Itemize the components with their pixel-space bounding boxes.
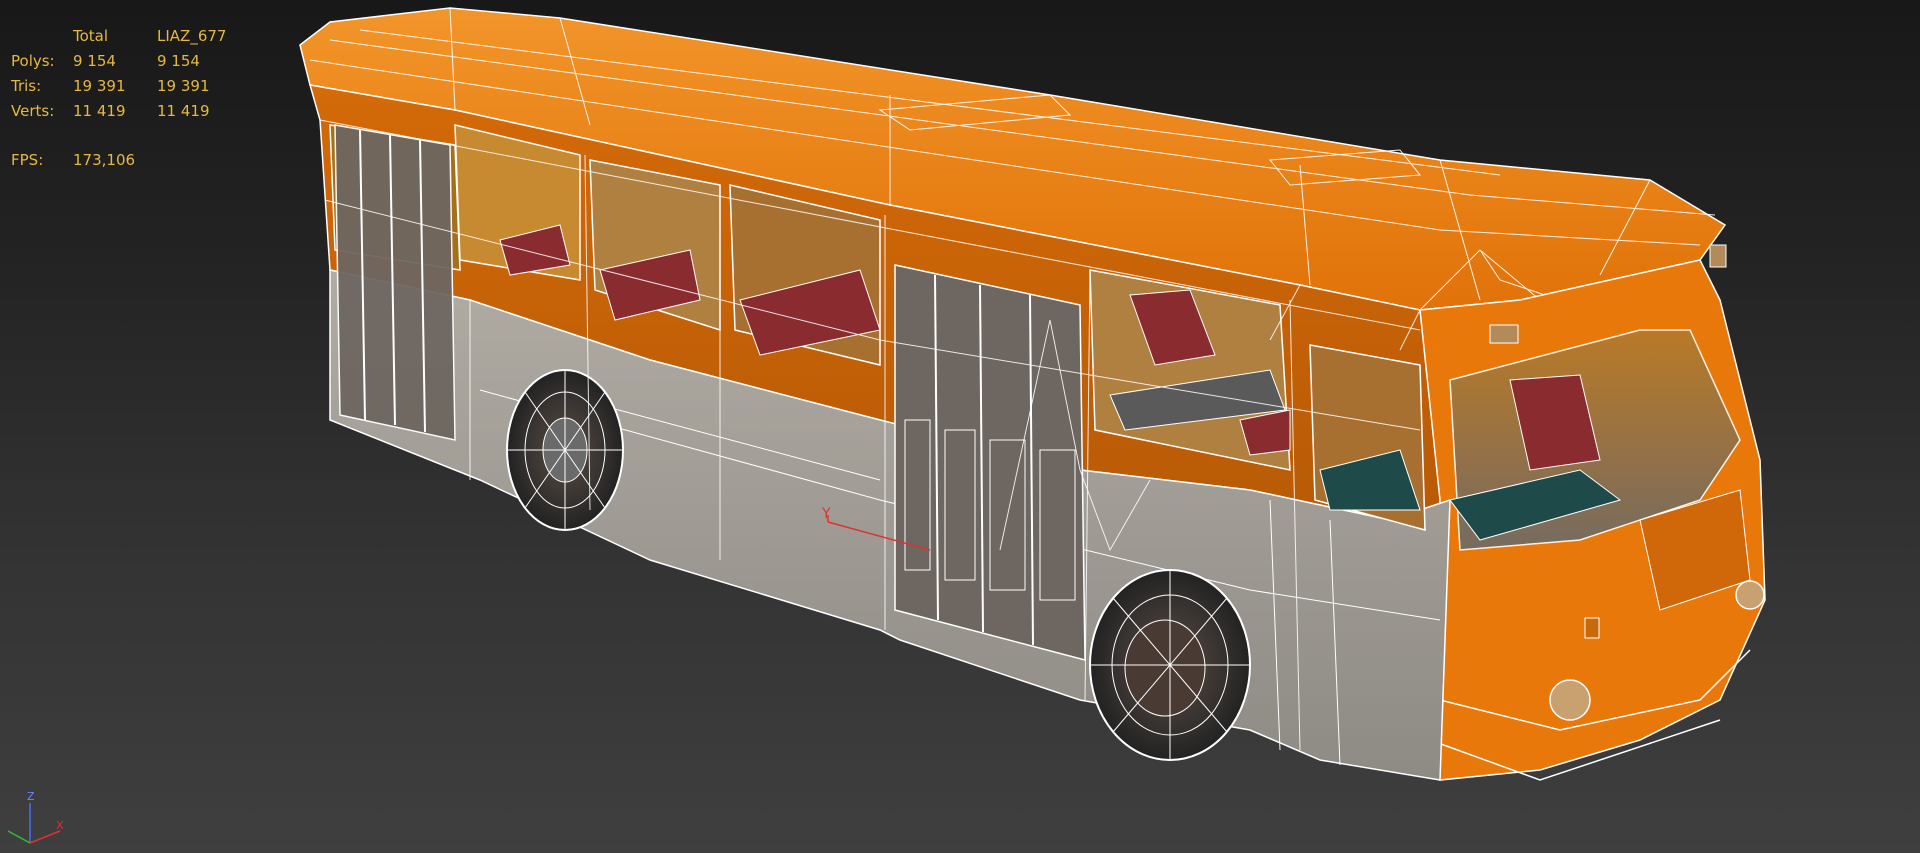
gizmo-y-label: Y [821, 506, 831, 522]
bus-rear-door [334, 124, 456, 441]
stats-polys-total: 9 154 [73, 52, 116, 70]
3d-viewport[interactable]: Total LIAZ_677 Polys: 9 154 9 154 Tris: … [0, 0, 1920, 853]
stats-header-row: Total LIAZ_677 [11, 24, 257, 49]
stats-header-total: Total [73, 27, 109, 45]
stats-verts-total: 11 419 [73, 102, 126, 120]
axis-z-label: Z [27, 790, 35, 803]
stats-polys-object: 9 154 [157, 52, 200, 70]
stats-verts-row: Verts: 11 419 11 419 [11, 99, 257, 124]
axis-x-label: X [56, 819, 64, 832]
stats-header-empty [11, 24, 73, 49]
bus-model-wireframe[interactable]: Y [0, 0, 1920, 853]
stats-fps-value: 173,106 [73, 151, 136, 169]
bus-front-wheel [1089, 569, 1251, 761]
bus-rear-wheel [506, 369, 624, 531]
stats-tris-object: 19 391 [157, 77, 210, 95]
stats-tris-label: Tris: [11, 77, 42, 95]
stats-verts-object: 11 419 [157, 102, 210, 120]
stats-fps-label: FPS: [11, 151, 44, 169]
stats-polys-label: Polys: [11, 52, 55, 70]
stats-fps-row: FPS: 173,106 [11, 148, 257, 173]
stats-header-object-name: LIAZ_677 [157, 27, 227, 45]
stats-tris-total: 19 391 [73, 77, 126, 95]
bus-middle-door [894, 264, 1086, 661]
stats-polys-row: Polys: 9 154 9 154 [11, 49, 257, 74]
viewport-statistics-overlay: Total LIAZ_677 Polys: 9 154 9 154 Tris: … [11, 24, 257, 173]
stats-verts-label: Verts: [11, 102, 55, 120]
bus-front [1419, 244, 1766, 781]
axis-triad: Z X [7, 790, 64, 844]
stats-tris-row: Tris: 19 391 19 391 [11, 74, 257, 99]
